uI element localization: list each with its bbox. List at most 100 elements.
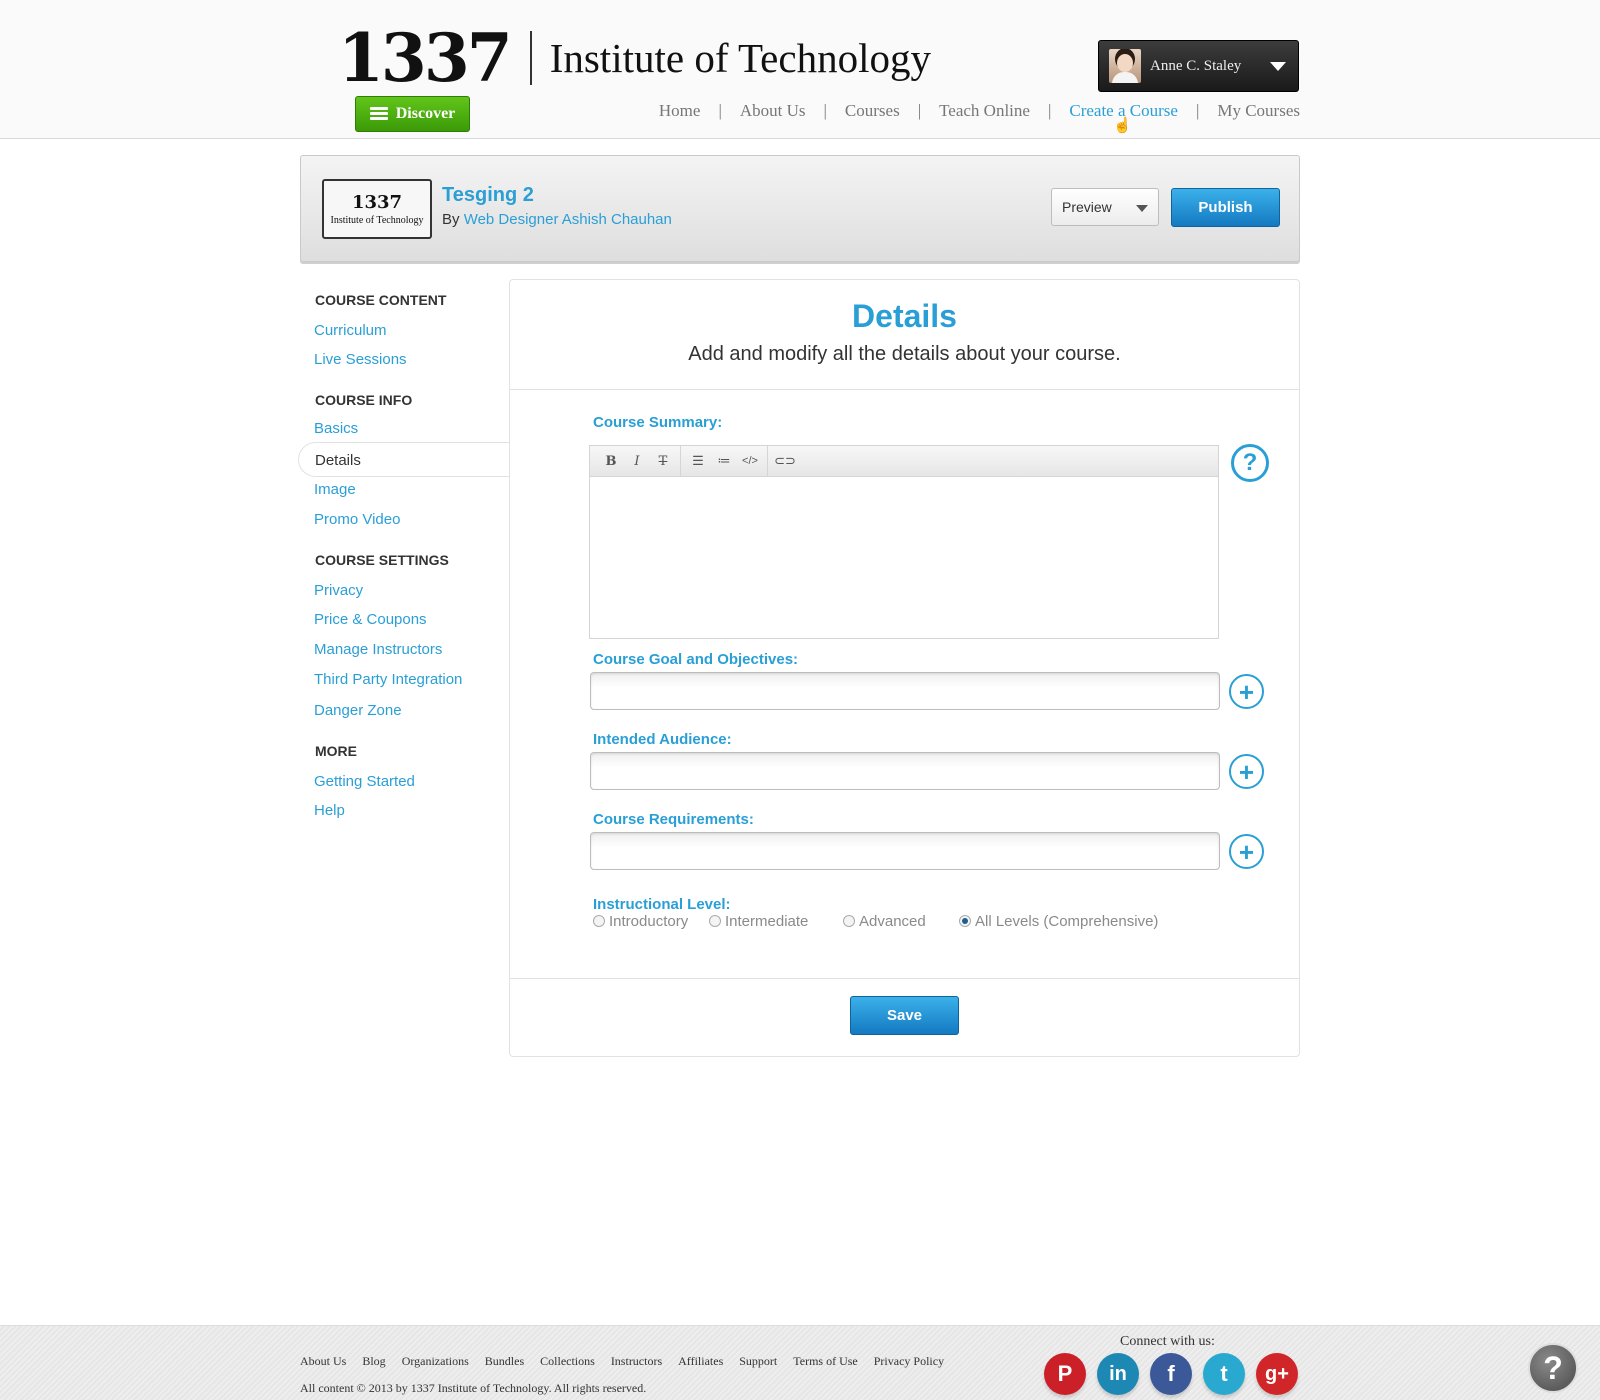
footer-link-blog[interactable]: Blog — [362, 1354, 385, 1369]
preview-dropdown[interactable]: Preview — [1051, 188, 1159, 226]
sidebar-item-privacy[interactable]: Privacy — [314, 582, 363, 599]
radio-label: Introductory — [609, 912, 689, 930]
radio-label: All Levels (Comprehensive) — [975, 912, 1159, 930]
level-advanced-radio[interactable]: Advanced — [843, 913, 926, 930]
logo-name: Institute of Technology — [549, 34, 931, 81]
sidebar-item-basics[interactable]: Basics — [314, 420, 358, 437]
bold-button[interactable]: B — [598, 450, 624, 472]
nav-teach-online[interactable]: Teach Online — [939, 101, 1030, 121]
nav-my-courses[interactable]: My Courses — [1217, 101, 1300, 121]
nav-courses[interactable]: Courses — [845, 101, 900, 121]
course-goal-label: Course Goal and Objectives: — [593, 651, 799, 668]
strikethrough-button[interactable]: T — [650, 450, 676, 472]
sidebar-item-details[interactable]: Details — [298, 442, 509, 477]
nav-separator: | — [823, 101, 827, 120]
discover-button[interactable]: Discover — [355, 96, 470, 132]
radio-selected-icon — [959, 915, 971, 927]
sidebar-heading-course-info: COURSE INFO — [315, 392, 413, 408]
divider — [510, 978, 1299, 979]
google-plus-icon[interactable]: g+ — [1256, 1353, 1298, 1395]
author-prefix: By — [442, 211, 460, 228]
sidebar-item-help[interactable]: Help — [314, 802, 345, 819]
course-summary-label: Course Summary: — [593, 414, 723, 431]
add-goal-plus-icon[interactable]: + — [1229, 674, 1264, 709]
sidebar-item-live-sessions[interactable]: Live Sessions — [314, 351, 407, 368]
author-link[interactable]: Web Designer Ashish Chauhan — [464, 211, 672, 228]
user-name: Anne C. Staley — [1150, 57, 1242, 74]
toolbar-separator — [680, 445, 681, 477]
add-requirement-plus-icon[interactable]: + — [1229, 834, 1264, 869]
footer-link-bundles[interactable]: Bundles — [485, 1354, 524, 1369]
user-menu[interactable]: Anne C. Staley — [1098, 40, 1299, 92]
discover-label: Discover — [395, 105, 456, 122]
footer-link-instructors[interactable]: Instructors — [611, 1354, 662, 1369]
chevron-down-icon — [1136, 205, 1148, 212]
footer-link-about-us[interactable]: About Us — [300, 1354, 346, 1369]
toolbar-separator — [767, 445, 768, 477]
nav-home[interactable]: Home — [659, 101, 701, 121]
course-goal-input[interactable] — [590, 672, 1220, 710]
course-summary-editor: B I T ☰ ≔ </> ⊂⊃ — [589, 445, 1219, 639]
editor-toolbar: B I T ☰ ≔ </> ⊂⊃ — [590, 445, 1218, 477]
footer-link-terms-of-use[interactable]: Terms of Use — [793, 1354, 857, 1369]
radio-icon — [593, 915, 605, 927]
connect-label: Connect with us: — [1120, 1334, 1215, 1349]
sidebar-item-getting-started[interactable]: Getting Started — [314, 773, 415, 790]
course-requirements-label: Course Requirements: — [593, 811, 754, 828]
divider — [510, 389, 1299, 390]
chevron-down-icon — [1270, 62, 1286, 71]
nav-about-us[interactable]: About Us — [740, 101, 806, 121]
radio-label: Intermediate — [725, 912, 809, 930]
intended-audience-input[interactable] — [590, 752, 1220, 790]
sidebar-item-curriculum[interactable]: Curriculum — [314, 322, 387, 339]
radio-label: Advanced — [859, 912, 926, 930]
course-requirements-input[interactable] — [590, 832, 1220, 870]
footer-link-collections[interactable]: Collections — [540, 1354, 595, 1369]
sidebar-item-promo-video[interactable]: Promo Video — [314, 511, 400, 528]
intended-audience-label: Intended Audience: — [593, 731, 732, 748]
site-footer: About Us Blog Organizations Bundles Coll… — [0, 1325, 1600, 1400]
thumbnail-name: Institute of Technology — [330, 215, 424, 226]
link-icon[interactable]: ⊂⊃ — [772, 450, 798, 472]
sidebar-item-manage-instructors[interactable]: Manage Instructors — [314, 641, 442, 658]
level-intermediate-radio[interactable]: Intermediate — [709, 913, 808, 930]
hand-cursor-icon: ☝ — [1113, 117, 1132, 134]
course-summary-textarea[interactable] — [590, 477, 1218, 638]
add-audience-plus-icon[interactable]: + — [1229, 754, 1264, 789]
sidebar-item-danger-zone[interactable]: Danger Zone — [314, 702, 402, 719]
footer-link-affiliates[interactable]: Affiliates — [678, 1354, 723, 1369]
sidebar-item-price-coupons[interactable]: Price & Coupons — [314, 611, 427, 628]
footer-link-organizations[interactable]: Organizations — [402, 1354, 469, 1369]
help-icon[interactable]: ? — [1231, 444, 1269, 482]
footer-link-privacy-policy[interactable]: Privacy Policy — [874, 1354, 944, 1369]
bullet-list-icon[interactable]: ☰ — [685, 450, 711, 472]
numbered-list-icon[interactable]: ≔ — [711, 450, 737, 472]
linkedin-icon[interactable]: in — [1097, 1353, 1139, 1395]
sidebar-heading-course-settings: COURSE SETTINGS — [315, 552, 449, 568]
preview-label: Preview — [1062, 199, 1112, 215]
pinterest-icon[interactable]: P — [1044, 1353, 1086, 1395]
footer-link-support[interactable]: Support — [739, 1354, 777, 1369]
sidebar-heading-course-content: COURSE CONTENT — [315, 292, 447, 308]
facebook-icon[interactable]: f — [1150, 1353, 1192, 1395]
twitter-icon[interactable]: t — [1203, 1353, 1245, 1395]
nav-separator: | — [1047, 101, 1052, 120]
radio-icon — [843, 915, 855, 927]
logo-divider — [529, 31, 532, 85]
level-all-levels-radio[interactable]: All Levels (Comprehensive) — [959, 913, 1158, 930]
italic-button[interactable]: I — [624, 450, 650, 472]
page-subtitle: Add and modify all the details about you… — [688, 343, 1121, 365]
floating-help-icon[interactable]: ? — [1528, 1343, 1578, 1393]
publish-button[interactable]: Publish — [1171, 188, 1280, 227]
instructional-level-label: Instructional Level: — [593, 896, 731, 913]
code-button[interactable]: </> — [737, 450, 763, 472]
course-author-line: By Web Designer Ashish Chauhan — [442, 211, 672, 228]
sidebar-item-third-party-integration[interactable]: Third Party Integration — [314, 671, 462, 688]
level-introductory-radio[interactable]: Introductory — [593, 913, 688, 930]
sidebar-item-image[interactable]: Image — [314, 481, 356, 498]
thumbnail-number: 1337 — [351, 192, 403, 213]
site-logo[interactable]: 1337 Institute of Technology — [338, 18, 931, 98]
save-button[interactable]: Save — [850, 996, 959, 1035]
copyright: All content © 2013 by 1337 Institute of … — [300, 1381, 647, 1395]
course-title[interactable]: Tesging 2 — [442, 184, 534, 207]
